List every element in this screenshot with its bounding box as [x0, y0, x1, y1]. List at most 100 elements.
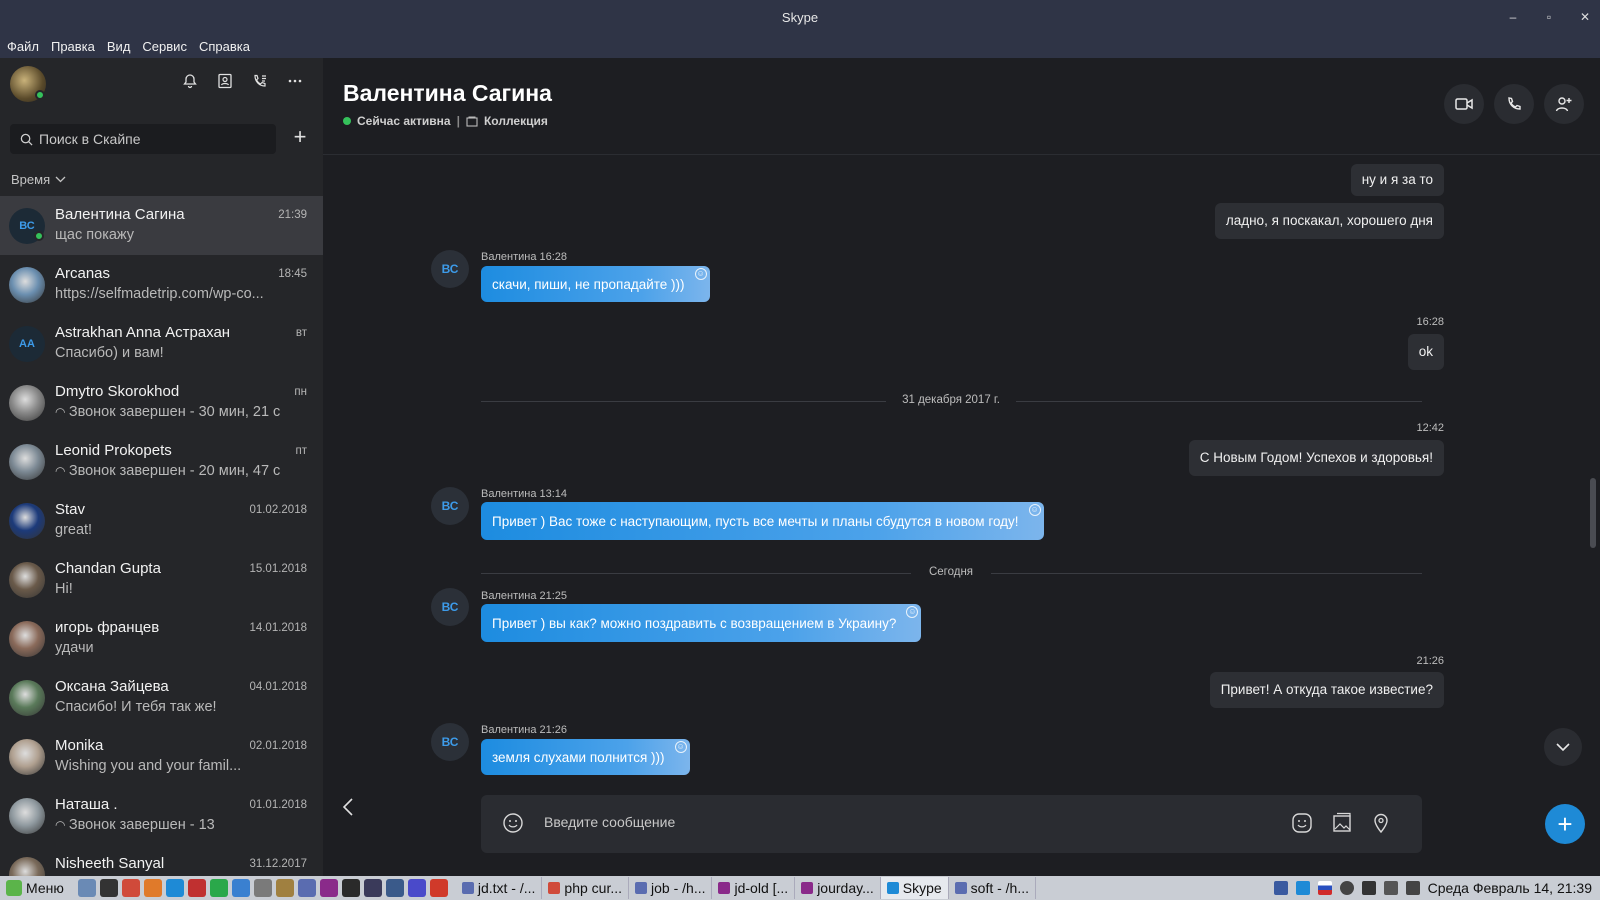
- message-incoming[interactable]: скачи, пиши, не пропадайте ))) ☺: [481, 266, 710, 302]
- taskbar-task[interactable]: jd.txt - /...: [456, 877, 543, 899]
- emoji-reaction-icon[interactable]: ☺: [906, 606, 919, 618]
- contact-list-item[interactable]: игорь францев 14.01.2018 удачи: [0, 609, 323, 668]
- calculator-icon[interactable]: [253, 879, 272, 897]
- wifi-icon[interactable]: [1361, 881, 1376, 895]
- menu-tools[interactable]: Сервис: [142, 39, 187, 54]
- minimize-icon[interactable]: –: [1506, 10, 1520, 24]
- contact-list-item[interactable]: Наташа . 01.01.2018 ◠ Звонок завершен - 13: [0, 786, 323, 845]
- message-incoming[interactable]: Привет ) Вас тоже с наступающим, пусть в…: [481, 502, 1044, 540]
- chat-scrollbar[interactable]: [1590, 478, 1596, 548]
- call-history-icon[interactable]: [250, 71, 270, 91]
- status-text: Сейчас активна: [357, 114, 451, 128]
- message-outgoing[interactable]: С Новым Годом! Успехов и здоровья!: [1188, 440, 1444, 476]
- start-menu-button[interactable]: Меню: [0, 876, 70, 900]
- media-gallery-icon[interactable]: [1331, 812, 1353, 839]
- emoji-reaction-icon[interactable]: ☺: [1028, 504, 1041, 516]
- sticker-icon[interactable]: [1291, 812, 1313, 839]
- search-input[interactable]: Поиск в Скайпе: [10, 124, 276, 154]
- contact-list-item[interactable]: Chandan Gupta 15.01.2018 Hi!: [0, 550, 323, 609]
- close-icon[interactable]: ✕: [1578, 10, 1592, 24]
- contact-time: 21:39: [278, 209, 307, 221]
- shield-icon[interactable]: [1273, 881, 1288, 895]
- emoji-reaction-icon[interactable]: ☺: [694, 268, 707, 280]
- contact-list-item[interactable]: АА Astrakhan Anna Астрахан вт Спасибо) и ва…: [0, 314, 323, 373]
- sort-dropdown[interactable]: Время: [11, 172, 66, 187]
- notifications-icon[interactable]: [180, 71, 200, 91]
- keyboard-layout-icon[interactable]: [1317, 881, 1332, 895]
- contact-avatar[interactable]: ВС: [431, 250, 469, 288]
- taskbar-task[interactable]: jourday...: [795, 877, 881, 899]
- contact-snippet: щас покажу: [55, 227, 313, 243]
- battery-icon[interactable]: [1383, 881, 1398, 895]
- app-icon[interactable]: [385, 879, 404, 897]
- maximize-icon[interactable]: ▫: [1542, 10, 1556, 24]
- volume-icon[interactable]: [1405, 881, 1420, 895]
- firefox-icon[interactable]: [143, 879, 162, 897]
- terminal-icon[interactable]: [99, 879, 118, 897]
- sublime-icon[interactable]: [341, 879, 360, 897]
- contact-list-item[interactable]: Nisheeth Sanyal 31.12.2017: [0, 845, 323, 876]
- clock[interactable]: Среда Февраль 14, 21:39: [1428, 880, 1592, 896]
- message-input[interactable]: Введите сообщение: [544, 814, 675, 830]
- pycharm-icon[interactable]: [363, 879, 382, 897]
- message-outgoing[interactable]: ладно, я поскакал, хорошего дня: [1214, 203, 1444, 239]
- collection-link[interactable]: Коллекция: [484, 114, 548, 128]
- taskbar-task[interactable]: php cur...: [542, 877, 630, 899]
- task-label: jourday...: [817, 880, 874, 896]
- message-incoming[interactable]: Привет ) вы как? можно поздравить с возв…: [481, 604, 922, 642]
- user-icon[interactable]: [1339, 881, 1354, 895]
- contact-name: Arcanas: [55, 265, 111, 282]
- message-outgoing[interactable]: ну и я за то: [1350, 164, 1444, 196]
- menu-view[interactable]: Вид: [107, 39, 131, 54]
- emoji-reaction-icon[interactable]: ☺: [674, 741, 687, 753]
- contact-list-item[interactable]: ВС Валентина Сагина 21:39 щас покажу: [0, 196, 323, 255]
- skype-tray-icon[interactable]: [1295, 881, 1310, 895]
- contact-name: Dmytro Skorokhod: [55, 383, 180, 400]
- skype-icon[interactable]: [165, 879, 184, 897]
- more-icon[interactable]: [285, 71, 305, 91]
- video-call-button[interactable]: [1444, 84, 1484, 124]
- contact-list-item[interactable]: Monika 02.01.2018 Wishing you and your fam…: [0, 727, 323, 786]
- location-icon[interactable]: [1371, 812, 1391, 839]
- taskbar-task[interactable]: job - /h...: [629, 877, 713, 899]
- contact-list-item[interactable]: Dmytro Skorokhod пн ◠ Звонок завершен - 30…: [0, 373, 323, 432]
- menu-file[interactable]: Файл: [7, 39, 39, 54]
- contact-list-item[interactable]: Оксана Зайцева 04.01.2018 Спасибо! И тебя …: [0, 668, 323, 727]
- menu-bar: Файл Правка Вид Сервис Справка: [0, 34, 1600, 58]
- menu-help[interactable]: Справка: [199, 39, 250, 54]
- taskbar-task[interactable]: jd-old [...: [712, 877, 796, 899]
- contact-list-item[interactable]: Stav 01.02.2018 great!: [0, 491, 323, 550]
- contact-name: Оксана Зайцева: [55, 678, 169, 695]
- phpstorm-icon[interactable]: [319, 879, 338, 897]
- emoji-icon[interactable]: [502, 812, 524, 839]
- filezilla-icon[interactable]: [429, 879, 448, 897]
- spotify-icon[interactable]: [209, 879, 228, 897]
- app-icon[interactable]: [187, 879, 206, 897]
- app-icon[interactable]: [297, 879, 316, 897]
- audio-call-button[interactable]: [1494, 84, 1534, 124]
- scroll-to-bottom-button[interactable]: [1544, 728, 1582, 766]
- contacts-icon[interactable]: [215, 71, 235, 91]
- taskbar-task[interactable]: soft - /h...: [949, 877, 1037, 899]
- message-outgoing[interactable]: ok: [1407, 334, 1444, 370]
- new-chat-button[interactable]: +: [288, 126, 312, 150]
- back-button[interactable]: [342, 798, 353, 821]
- writer-icon[interactable]: [231, 879, 250, 897]
- contact-list-item[interactable]: Leonid Prokopets пт ◠ Звонок завершен - 20…: [0, 432, 323, 491]
- contact-list-item[interactable]: Arcanas 18:45 https://selfmadetrip.com/wp-…: [0, 255, 323, 314]
- add-content-button[interactable]: +: [1545, 804, 1585, 844]
- message-compose[interactable]: Введите сообщение: [481, 795, 1422, 853]
- snippet-text: Спасибо) и вам!: [55, 345, 164, 361]
- contact-avatar[interactable]: ВС: [431, 487, 469, 525]
- menu-edit[interactable]: Правка: [51, 39, 95, 54]
- message-incoming[interactable]: земля слухами полнится ))) ☺: [481, 739, 690, 775]
- app-icon[interactable]: [275, 879, 294, 897]
- contact-avatar[interactable]: ВС: [431, 723, 469, 761]
- folder-icon[interactable]: [77, 879, 96, 897]
- add-people-button[interactable]: [1544, 84, 1584, 124]
- contact-avatar[interactable]: ВС: [431, 588, 469, 626]
- app-icon[interactable]: [407, 879, 426, 897]
- chrome-icon[interactable]: [121, 879, 140, 897]
- message-outgoing[interactable]: Привет! А откуда такое известие?: [1209, 672, 1444, 708]
- taskbar-task-active[interactable]: Skype: [880, 877, 949, 899]
